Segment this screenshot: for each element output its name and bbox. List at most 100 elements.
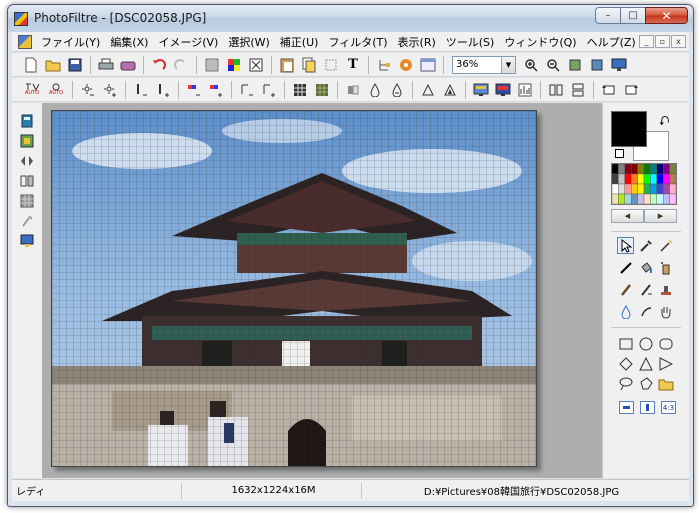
- transparency-icon[interactable]: [204, 57, 220, 73]
- zoom-select[interactable]: 36% ▼: [452, 55, 516, 74]
- open-selection-icon[interactable]: [657, 375, 674, 392]
- palette-swatch[interactable]: [656, 173, 664, 185]
- mode-ratio-button[interactable]: 4:3: [661, 401, 676, 414]
- contrast-plus-icon[interactable]: [155, 82, 171, 98]
- diamond-selection-icon[interactable]: [617, 355, 634, 372]
- image-canvas[interactable]: [51, 110, 537, 467]
- palette-swatch[interactable]: [631, 183, 638, 195]
- advanced-brush-icon[interactable]: [637, 281, 654, 298]
- menu-tools[interactable]: ツール(S): [441, 34, 500, 50]
- zoom-out-icon[interactable]: [545, 57, 561, 73]
- menu-filter[interactable]: フィルタ(T): [323, 34, 392, 50]
- pipette-icon[interactable]: [637, 237, 654, 254]
- palette-swatch[interactable]: [656, 183, 664, 195]
- palette-next-button[interactable]: ▶: [644, 209, 677, 223]
- soften-icon[interactable]: [420, 82, 436, 98]
- mdi-close-button[interactable]: x: [671, 35, 686, 48]
- fill-bucket-icon[interactable]: [637, 259, 654, 276]
- scan-icon[interactable]: [120, 57, 136, 73]
- color-palette[interactable]: [611, 163, 677, 205]
- triangle-right-selection-icon[interactable]: [657, 355, 674, 372]
- menu-help[interactable]: ヘルプ(Z): [582, 34, 641, 50]
- palette-swatch[interactable]: [618, 183, 626, 195]
- palette-tool-icon[interactable]: [19, 133, 35, 149]
- grid-filter-icon[interactable]: [292, 82, 308, 98]
- menu-file[interactable]: ファイル(Y): [36, 34, 105, 50]
- auto-levels-icon[interactable]: AUTO: [23, 82, 41, 98]
- line-tool-icon[interactable]: [617, 259, 634, 276]
- texture-icon[interactable]: [19, 193, 35, 209]
- palette-swatch[interactable]: [656, 164, 664, 175]
- palette-swatch[interactable]: [669, 164, 676, 175]
- palette-swatch[interactable]: [669, 183, 676, 195]
- menu-selection[interactable]: 選択(W): [223, 34, 274, 50]
- palette-swatch[interactable]: [656, 193, 664, 204]
- palette-swatch[interactable]: [643, 193, 651, 204]
- magic-tool-icon[interactable]: [19, 213, 35, 229]
- palette-swatch[interactable]: [663, 193, 670, 204]
- swap-colors-icon[interactable]: ⮏: [659, 112, 669, 134]
- zoom-in-icon[interactable]: [523, 57, 539, 73]
- menu-edit[interactable]: 編集(X): [105, 34, 153, 50]
- rounded-rect-selection-icon[interactable]: [657, 335, 674, 352]
- brightness-minus-icon[interactable]: [80, 82, 96, 98]
- menu-window[interactable]: ウィンドウ(Q): [499, 34, 581, 50]
- blur-more-icon[interactable]: [389, 82, 405, 98]
- chevron-down-icon[interactable]: ▼: [501, 56, 515, 73]
- gamma-minus-icon[interactable]: [239, 82, 255, 98]
- print-icon[interactable]: [98, 57, 114, 73]
- close-button[interactable]: ✕: [645, 7, 688, 24]
- actual-size-icon[interactable]: [589, 57, 605, 73]
- palette-swatch[interactable]: [631, 193, 638, 204]
- palette-swatch[interactable]: [643, 173, 651, 185]
- color-icon[interactable]: [226, 57, 242, 73]
- full-screen-icon[interactable]: [611, 57, 627, 73]
- paste-icon[interactable]: [279, 57, 295, 73]
- finger-tool-icon[interactable]: [637, 303, 654, 320]
- palette-swatch[interactable]: [612, 173, 619, 185]
- palette-swatch[interactable]: [624, 193, 632, 204]
- sharpen-icon[interactable]: [345, 82, 361, 98]
- image-tree-icon[interactable]: [376, 57, 392, 73]
- palette-swatch[interactable]: [624, 183, 632, 195]
- crop-icon[interactable]: [323, 57, 339, 73]
- palette-swatch[interactable]: [650, 173, 658, 185]
- spray-icon[interactable]: [657, 259, 674, 276]
- mdi-minimize-button[interactable]: _: [639, 35, 654, 48]
- stamp-icon[interactable]: [657, 281, 674, 298]
- color-balance-icon[interactable]: [473, 82, 489, 98]
- blur-tool-icon[interactable]: [617, 303, 634, 320]
- palette-swatch[interactable]: [637, 164, 645, 175]
- frame-icon[interactable]: [248, 57, 264, 73]
- save-icon[interactable]: [67, 57, 83, 73]
- undo-icon[interactable]: [151, 57, 167, 73]
- new-icon[interactable]: [23, 57, 39, 73]
- calculator-icon[interactable]: [19, 113, 35, 129]
- hand-tool-icon[interactable]: [657, 303, 674, 320]
- rotate-right-icon[interactable]: [623, 82, 639, 98]
- palette-swatch[interactable]: [618, 193, 626, 204]
- menu-image[interactable]: イメージ(V): [153, 34, 223, 50]
- palette-swatch[interactable]: [631, 164, 638, 175]
- flip-icon[interactable]: [19, 153, 35, 169]
- brightness-plus-icon[interactable]: [102, 82, 118, 98]
- browser-icon[interactable]: [420, 57, 436, 73]
- palette-swatch[interactable]: [612, 193, 619, 204]
- fit-image-icon[interactable]: [567, 57, 583, 73]
- copy-icon[interactable]: [301, 57, 317, 73]
- flip-vertical-icon[interactable]: [570, 82, 586, 98]
- palette-swatch[interactable]: [669, 193, 676, 204]
- contrast-minus-icon[interactable]: [133, 82, 149, 98]
- palette-swatch[interactable]: [618, 173, 626, 185]
- magic-wand-icon[interactable]: [657, 237, 674, 254]
- menu-adjust[interactable]: 補正(U): [275, 34, 324, 50]
- palette-prev-button[interactable]: ◀: [611, 209, 644, 223]
- rotate-left-icon[interactable]: [601, 82, 617, 98]
- minimize-button[interactable]: –: [595, 7, 621, 24]
- palette-swatch[interactable]: [663, 183, 670, 195]
- palette-swatch[interactable]: [669, 173, 676, 185]
- soften-more-icon[interactable]: [442, 82, 458, 98]
- palette-swatch[interactable]: [612, 164, 619, 175]
- palette-swatch[interactable]: [637, 173, 645, 185]
- foreground-color-swatch[interactable]: [611, 111, 647, 147]
